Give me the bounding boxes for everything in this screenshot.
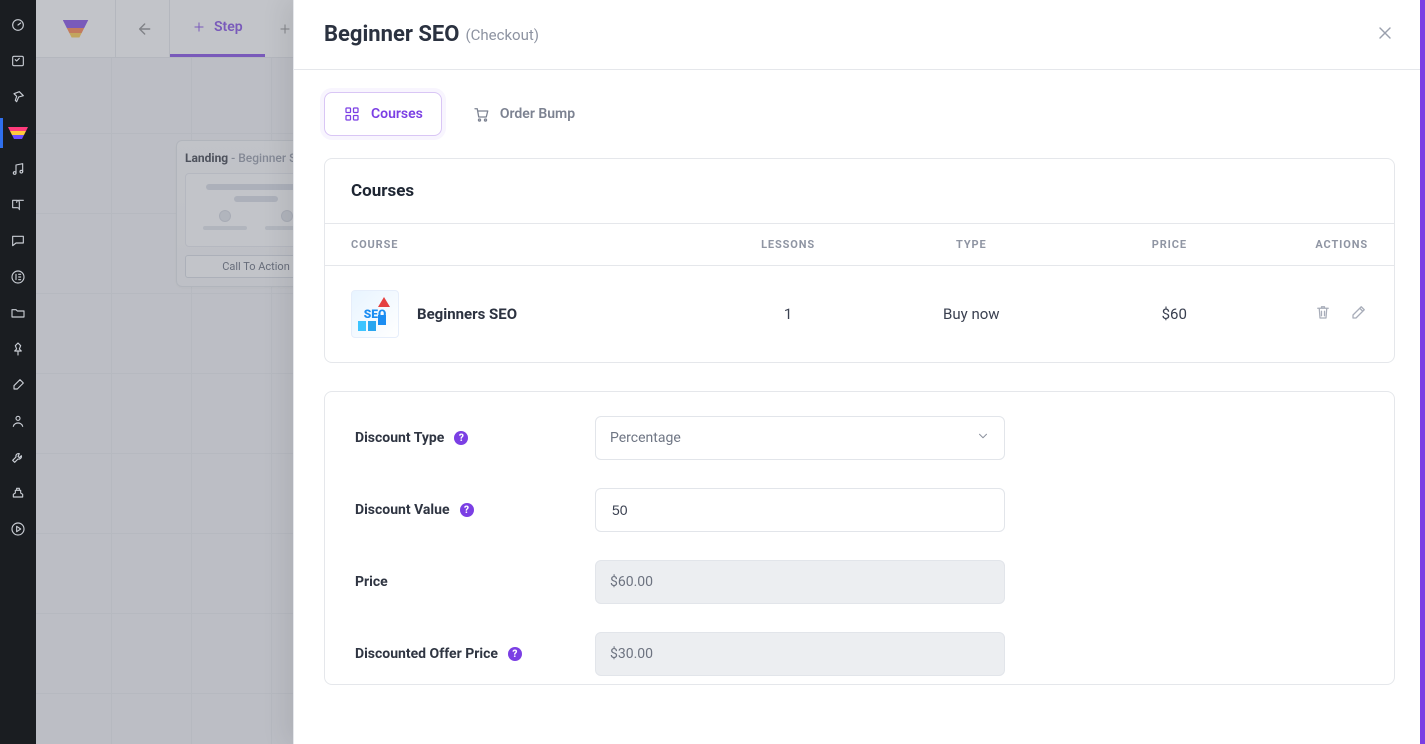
pin-icon[interactable]	[0, 82, 36, 112]
checklist-icon[interactable]	[0, 46, 36, 76]
course-lessons: 1	[698, 266, 879, 363]
course-name: Beginners SEO	[417, 305, 517, 323]
courses-table: COURSE LESSONS TYPE PRICE ACTIONS SEO	[325, 223, 1394, 362]
chevron-down-icon	[976, 429, 990, 447]
help-icon[interactable]: ?	[508, 647, 522, 661]
panel-subtitle: (Checkout)	[465, 26, 539, 44]
label-discount-type: Discount Type ?	[355, 430, 595, 446]
close-icon[interactable]	[1375, 23, 1395, 47]
funnel-icon[interactable]	[0, 118, 36, 148]
paintbrush-icon[interactable]	[0, 370, 36, 400]
music-icon[interactable]	[0, 154, 36, 184]
discount-type-select[interactable]: Percentage	[595, 416, 1005, 460]
chat-icon[interactable]	[0, 226, 36, 256]
col-price: PRICE	[1064, 224, 1213, 266]
power-icon[interactable]	[0, 478, 36, 508]
edit-icon[interactable]	[1350, 303, 1368, 325]
discount-card: Discount Type ? Percentage Discount Valu…	[324, 391, 1395, 685]
tab-courses[interactable]: Courses	[324, 92, 442, 136]
user-icon[interactable]	[0, 406, 36, 436]
col-type: TYPE	[879, 224, 1064, 266]
play-icon[interactable]	[0, 514, 36, 544]
discount-value-input-wrap	[595, 488, 1005, 532]
courses-card-title: Courses	[325, 159, 1394, 223]
delete-icon[interactable]	[1314, 303, 1332, 325]
help-icon[interactable]: ?	[460, 503, 474, 517]
discount-value-input[interactable]	[610, 501, 990, 519]
label-discount-value: Discount Value ?	[355, 502, 595, 518]
discounted-price-readonly: $30.00	[595, 632, 1005, 676]
course-thumbnail: SEO	[351, 290, 399, 338]
panel-tabs: Courses Order Bump	[324, 92, 1395, 136]
label-price: Price	[355, 574, 595, 590]
col-actions: ACTIONS	[1213, 224, 1394, 266]
app-sidebar	[0, 0, 36, 744]
wrench-icon[interactable]	[0, 442, 36, 472]
price-readonly: $60.00	[595, 560, 1005, 604]
panel-title: Beginner SEO	[324, 22, 459, 47]
tab-order-bump-label: Order Bump	[500, 106, 575, 122]
book-icon[interactable]	[0, 190, 36, 220]
folder-icon[interactable]	[0, 298, 36, 328]
help-icon[interactable]: ?	[454, 431, 468, 445]
course-price: $60	[1064, 266, 1213, 363]
col-lessons: LESSONS	[698, 224, 879, 266]
pushpin-icon[interactable]	[0, 334, 36, 364]
label-discounted-price: Discounted Offer Price ?	[355, 646, 595, 662]
panel-header: Beginner SEO (Checkout)	[294, 0, 1425, 70]
col-course: COURSE	[325, 224, 698, 266]
elementor-icon[interactable]	[0, 262, 36, 292]
discount-type-value: Percentage	[610, 430, 681, 446]
courses-card: Courses COURSE LESSONS TYPE PRICE ACTION…	[324, 158, 1395, 363]
checkout-settings-panel: Beginner SEO (Checkout) Courses Order Bu…	[293, 0, 1425, 744]
tab-order-bump[interactable]: Order Bump	[454, 92, 593, 136]
course-type: Buy now	[879, 266, 1064, 363]
table-row: SEO Beginners SEO 1 Buy now $60	[325, 266, 1394, 363]
dashboard-icon[interactable]	[0, 10, 36, 40]
tab-courses-label: Courses	[371, 106, 423, 122]
